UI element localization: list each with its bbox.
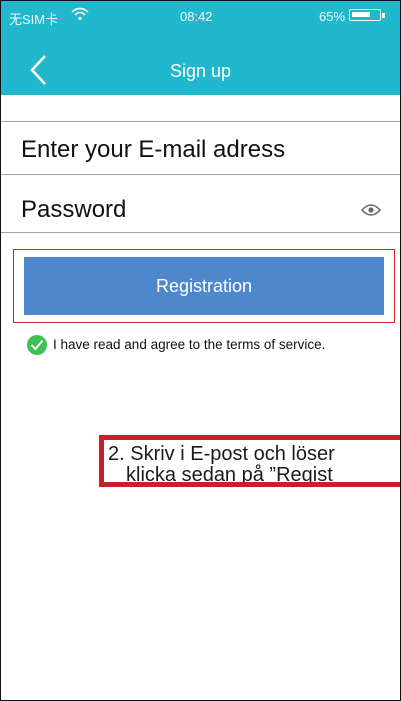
status-time: 08:42 [180,9,213,24]
instruction-callout: 2. Skriv i E-post och löser klicka sedan… [99,435,400,487]
battery-nub [382,13,385,18]
callout-line-2: klicka sedan på ”Regist [126,464,333,486]
carrier-label: 无SIM卡 [9,12,59,27]
page-title: Sign up [169,61,232,81]
wifi-icon [71,7,89,24]
app-header: 无SIM卡 08:42 65% Sign up [1,1,400,95]
battery-fill [352,12,370,17]
battery-icon [349,9,385,21]
terms-text: I have read and agree to the terms of se… [53,337,326,352]
registration-button[interactable]: Registration [24,257,384,315]
email-field[interactable]: Enter your E-mail adress [1,121,400,175]
password-field[interactable]: Password [1,174,400,233]
callout-line-1: 2. Skriv i E-post och löser [108,443,335,465]
battery-percent: 65% [319,9,346,24]
eye-icon[interactable] [360,203,382,222]
check-icon[interactable] [27,335,47,355]
phone-frame: 无SIM卡 08:42 65% Sign up Enter your E-mai… [0,0,401,701]
status-bar: 无SIM卡 08:42 65% [1,1,400,31]
email-placeholder: Enter your E-mail adress [21,136,286,163]
registration-highlight-box: Registration [13,249,395,323]
password-placeholder: Password [21,196,127,223]
